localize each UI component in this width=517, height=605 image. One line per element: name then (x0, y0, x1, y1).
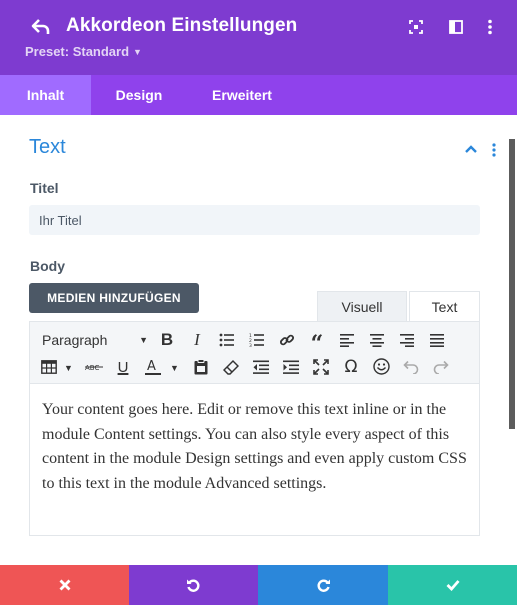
more-vertical-icon (488, 19, 492, 35)
more-options-button[interactable] (480, 17, 500, 37)
modal-title: Akkordeon Einstellungen (66, 15, 298, 36)
align-right-icon[interactable] (396, 329, 418, 351)
settings-content: Text Titel Body MEDIEN HINZUFÜGEN Visuel… (0, 115, 517, 565)
editor-toolbar: Paragraph ▼ B I 123 “ ▼ ABC U A ▼ Ω (29, 321, 480, 384)
tab-erweitert[interactable]: Erweitert (187, 75, 297, 115)
redo-icon[interactable] (430, 356, 452, 378)
modal-header: Akkordeon Einstellungen Preset: Standard… (0, 0, 517, 75)
check-icon (446, 580, 460, 591)
redo-icon (316, 579, 330, 592)
caret-down-icon: ▼ (139, 335, 148, 345)
settings-modal: Akkordeon Einstellungen Preset: Standard… (0, 0, 517, 605)
caret-down-icon[interactable]: ▼ (170, 363, 179, 373)
fullscreen-icon[interactable] (310, 356, 332, 378)
bold-icon[interactable]: B (156, 329, 178, 351)
tab-bar: Inhalt Design Erweitert (0, 75, 517, 115)
text-color-icon[interactable]: A (142, 356, 164, 378)
preset-dropdown[interactable]: Preset: Standard ▼ (25, 44, 142, 59)
focus-icon (409, 20, 423, 34)
caret-down-icon: ▼ (133, 46, 142, 57)
preset-label: Preset: Standard (25, 44, 130, 59)
underline-icon[interactable]: U (112, 356, 134, 378)
omega-icon[interactable]: Ω (340, 356, 362, 378)
editor-content[interactable]: Your content goes here. Edit or remove t… (29, 384, 480, 536)
back-arrow-icon (31, 19, 50, 34)
numbered-list-icon[interactable]: 123 (246, 329, 268, 351)
format-select-value: Paragraph (42, 332, 108, 348)
svg-text:ABC: ABC (85, 364, 99, 372)
focus-button[interactable] (406, 17, 426, 37)
strikethrough-icon[interactable]: ABC (83, 356, 105, 378)
format-select[interactable]: Paragraph ▼ (42, 331, 150, 349)
indent-icon[interactable] (280, 356, 302, 378)
section-more-icon[interactable] (490, 142, 498, 158)
caret-down-icon[interactable]: ▼ (64, 363, 73, 373)
titel-label: Titel (30, 180, 59, 196)
align-justify-icon[interactable] (426, 329, 448, 351)
close-icon (59, 579, 70, 591)
undo-button[interactable] (129, 565, 258, 605)
paste-icon[interactable] (190, 356, 212, 378)
eraser-icon[interactable] (220, 356, 242, 378)
save-button[interactable] (388, 565, 517, 605)
modal-footer (0, 565, 517, 605)
cancel-button[interactable] (0, 565, 129, 605)
link-icon[interactable] (276, 329, 298, 351)
svg-text:A: A (147, 359, 156, 374)
align-center-icon[interactable] (366, 329, 388, 351)
outdent-icon[interactable] (250, 356, 272, 378)
chevron-up-icon[interactable] (463, 143, 479, 155)
sidebar-layout-icon (449, 20, 463, 34)
align-left-icon[interactable] (336, 329, 358, 351)
blockquote-icon[interactable]: “ (306, 329, 328, 355)
section-title[interactable]: Text (29, 136, 66, 159)
undo-icon (187, 579, 200, 592)
sidebar-layout-button[interactable] (446, 17, 466, 37)
tab-inhalt[interactable]: Inhalt (0, 75, 91, 115)
redo-button[interactable] (258, 565, 388, 605)
tab-design[interactable]: Design (91, 75, 187, 115)
back-button[interactable] (28, 14, 54, 40)
svg-text:3: 3 (249, 343, 252, 347)
tab-text[interactable]: Text (409, 291, 480, 321)
add-media-button[interactable]: MEDIEN HINZUFÜGEN (29, 283, 199, 313)
italic-icon[interactable]: I (186, 329, 208, 351)
bullet-list-icon[interactable] (216, 329, 238, 351)
table-icon[interactable] (38, 356, 60, 378)
emoji-icon[interactable] (370, 355, 392, 377)
tab-visual[interactable]: Visuell (317, 291, 407, 321)
scrollbar[interactable] (509, 139, 515, 429)
undo-icon[interactable] (400, 356, 422, 378)
titel-input[interactable] (29, 205, 480, 235)
body-label: Body (30, 258, 65, 274)
